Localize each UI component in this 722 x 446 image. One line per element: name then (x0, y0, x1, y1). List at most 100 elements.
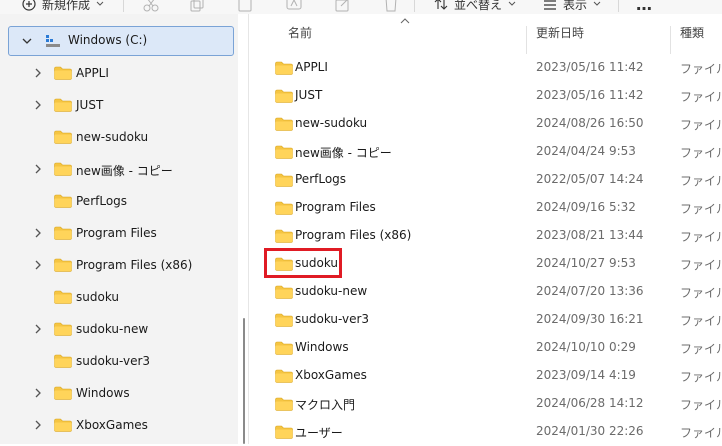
file-date: 2024/06/28 14:12 (536, 396, 644, 410)
file-type: ファイル フ (680, 314, 722, 328)
file-type: ファイル フ (680, 174, 722, 188)
file-row[interactable]: XboxGames 2023/09/14 4:19 ファイル フ (250, 362, 722, 390)
file-type: ファイル フ (680, 230, 722, 244)
view-button[interactable]: 表示 (543, 0, 601, 13)
nav-item[interactable]: new画像 - コピー (0, 154, 238, 186)
sort-ascending-icon (400, 18, 410, 24)
nav-item[interactable]: sudoku (0, 282, 238, 314)
folder-icon (275, 201, 293, 215)
drive-label: Windows (C:) (68, 33, 148, 47)
folder-icon (54, 98, 72, 112)
file-name: sudoku (295, 256, 339, 270)
pane-divider[interactable] (248, 14, 249, 444)
column-divider[interactable] (670, 26, 671, 54)
nav-item[interactable]: sudoku-new (0, 314, 238, 346)
more-options-label: … (636, 0, 652, 14)
nav-item[interactable]: APPLI (0, 58, 238, 90)
file-row[interactable]: Program Files 2024/09/16 5:32 ファイル フ (250, 194, 722, 222)
file-date: 2024/09/16 5:32 (536, 200, 636, 214)
nav-item-label: Program Files (x86) (76, 258, 193, 272)
chevron-right-icon[interactable] (32, 419, 44, 431)
chevron-right-icon[interactable] (32, 227, 44, 239)
toolbar-divider (618, 0, 619, 12)
folder-icon (275, 257, 293, 271)
nav-item-label: sudoku-new (76, 322, 149, 336)
chevron-down-icon (96, 1, 104, 6)
chevron-down-icon[interactable] (21, 35, 33, 47)
file-row[interactable]: sudoku-new 2024/07/20 13:36 ファイル フ (250, 278, 722, 306)
nav-item-windows-c[interactable]: Windows (C:) (8, 26, 234, 56)
new-button[interactable]: 新規作成 (22, 0, 104, 13)
file-type: ファイル フ (680, 426, 722, 440)
nav-item[interactable]: XboxGames (0, 410, 238, 442)
column-header-name[interactable]: 名前 (288, 24, 312, 41)
file-type: ファイル フ (680, 202, 722, 216)
file-row[interactable]: Windows 2024/10/10 0:29 ファイル フ (250, 334, 722, 362)
file-row[interactable]: sudoku 2024/10/27 9:53 ファイル フ (250, 248, 722, 278)
file-row[interactable]: JUST 2023/05/16 11:42 ファイル フ (250, 82, 722, 110)
file-name: sudoku-ver3 (295, 312, 370, 326)
nav-item[interactable]: Program Files (0, 218, 238, 250)
more-options-button[interactable]: … (636, 0, 652, 14)
sort-button[interactable]: 並べ替え (434, 0, 516, 13)
file-row[interactable]: new-sudoku 2024/08/26 16:50 ファイル フ (250, 110, 722, 138)
nav-item[interactable]: sudoku-ver3 (0, 346, 238, 378)
command-bar: 新規作成 並べ替え 表示 … (0, 0, 722, 14)
folder-icon (275, 341, 293, 355)
folder-icon (54, 130, 72, 144)
paste-icon[interactable] (237, 0, 253, 14)
sort-icon (434, 0, 448, 10)
nav-item[interactable]: JUST (0, 90, 238, 122)
nav-item-label: sudoku (76, 290, 120, 304)
cut-icon[interactable] (143, 0, 159, 14)
file-row[interactable]: Program Files (x86) 2023/08/21 13:44 ファイル … (250, 222, 722, 250)
file-row[interactable]: PerfLogs 2022/05/07 14:24 ファイル フ (250, 166, 722, 194)
toolbar-divider (414, 0, 415, 12)
column-header-type[interactable]: 種類 (680, 24, 704, 41)
chevron-right-icon[interactable] (32, 259, 44, 271)
nav-scrollbar[interactable] (243, 318, 245, 444)
file-type: ファイル フ (680, 118, 722, 132)
file-name: Program Files (295, 200, 376, 214)
chevron-down-icon (508, 1, 516, 6)
chevron-right-icon[interactable] (32, 163, 44, 175)
file-date: 2024/09/30 16:21 (536, 312, 644, 326)
file-row[interactable]: new画像 - コピー 2024/04/24 9:53 ファイル フ (250, 138, 722, 166)
file-date: 2024/10/27 9:53 (536, 256, 636, 270)
file-type: ファイル フ (680, 258, 722, 272)
file-row[interactable]: APPLI 2023/05/16 11:42 ファイル フ (250, 54, 722, 82)
nav-item[interactable]: Windows (0, 378, 238, 410)
new-button-label: 新規作成 (42, 0, 91, 12)
nav-item[interactable]: Program Files (x86) (0, 250, 238, 282)
nav-item[interactable]: PerfLogs (0, 186, 238, 218)
file-row[interactable]: sudoku-ver3 2024/09/30 16:21 ファイル フ (250, 306, 722, 334)
nav-item-label: sudoku-ver3 (76, 354, 151, 368)
nav-item[interactable]: new-sudoku (0, 122, 238, 154)
delete-icon[interactable] (384, 0, 398, 14)
chevron-right-icon[interactable] (32, 323, 44, 335)
copy-icon[interactable] (190, 0, 206, 14)
chevron-right-icon[interactable] (32, 99, 44, 111)
nav-item-label: Program Files (76, 226, 157, 240)
file-date: 2024/10/10 0:29 (536, 340, 636, 354)
folder-icon (275, 173, 293, 187)
share-icon[interactable] (335, 0, 351, 14)
chevron-right-icon[interactable] (32, 67, 44, 79)
file-type: ファイル フ (680, 90, 722, 104)
navigation-pane: Windows (C:) APPLI JUST new-sudoku new画像 - … (0, 14, 245, 444)
chevron-down-icon (593, 1, 601, 6)
folder-icon (54, 290, 72, 304)
folder-icon (54, 386, 72, 400)
column-header-date[interactable]: 更新日時 (536, 24, 584, 41)
column-divider[interactable] (526, 26, 527, 54)
file-name: XboxGames (295, 368, 367, 382)
chevron-right-icon[interactable] (32, 387, 44, 399)
nav-item-label: Windows (76, 386, 130, 400)
folder-icon (275, 397, 293, 411)
folder-icon (54, 226, 72, 240)
rename-icon[interactable] (286, 0, 302, 14)
folder-icon (275, 313, 293, 327)
file-date: 2022/05/07 14:24 (536, 172, 644, 186)
file-row[interactable]: マクロ入門 2024/06/28 14:12 ファイル フ (250, 390, 722, 418)
file-row[interactable]: ユーザー 2024/01/30 22:26 ファイル フ (250, 418, 722, 446)
